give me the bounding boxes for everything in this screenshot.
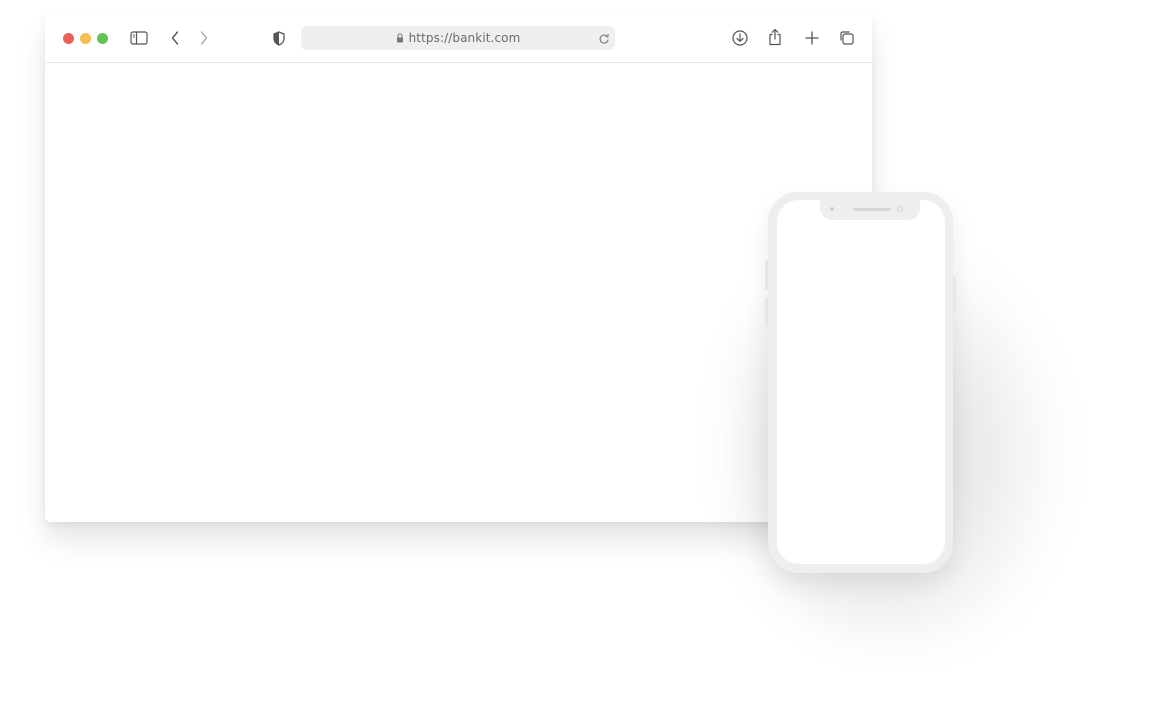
reload-icon[interactable] [597, 31, 611, 45]
minimize-window-button[interactable] [80, 33, 91, 44]
tabs-overview-icon[interactable] [838, 29, 856, 47]
close-window-button[interactable] [63, 33, 74, 44]
proximity-sensor [830, 207, 834, 211]
shield-icon[interactable] [271, 29, 287, 47]
address-bar[interactable]: https://bankit.com [301, 26, 615, 50]
phone-notch [820, 200, 920, 220]
earpiece-speaker [853, 208, 891, 211]
phone-screen [777, 200, 945, 564]
download-icon[interactable] [731, 29, 749, 47]
chevron-left-icon[interactable] [168, 29, 182, 47]
share-icon[interactable] [766, 27, 784, 47]
phone-volume-up-button [765, 260, 768, 290]
mockup-stage: https://bankit.com [0, 0, 1149, 718]
phone-volume-down-button [765, 297, 768, 327]
front-camera-icon [897, 206, 903, 212]
plus-icon[interactable] [803, 29, 821, 47]
chevron-right-icon[interactable] [197, 29, 211, 47]
lock-icon [396, 33, 404, 43]
maximize-window-button[interactable] [97, 33, 108, 44]
url-text: https://bankit.com [408, 31, 521, 45]
browser-toolbar: https://bankit.com [45, 14, 872, 63]
sidebar-icon[interactable] [129, 29, 149, 47]
phone-mockup [765, 192, 956, 573]
phone-power-button [953, 277, 956, 311]
